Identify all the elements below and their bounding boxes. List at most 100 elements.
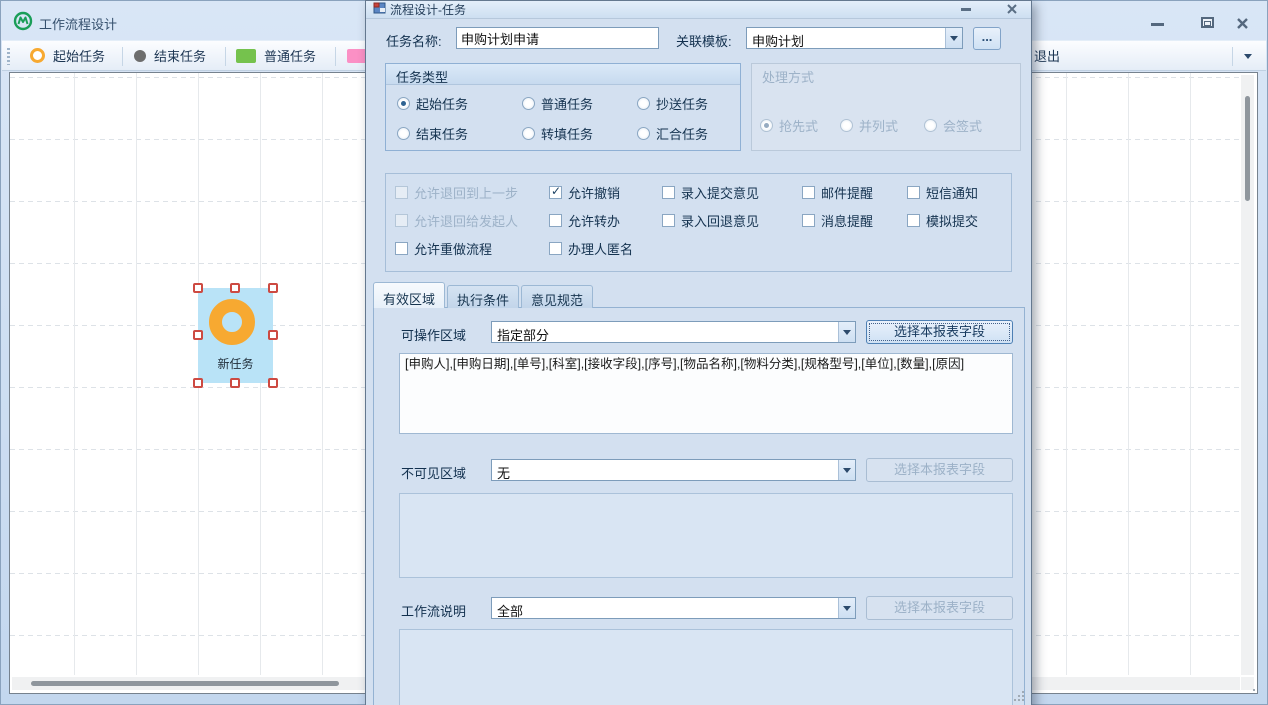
invisible-area-combobox[interactable]: 无 bbox=[491, 459, 856, 481]
task-node[interactable]: 新任务 bbox=[198, 288, 273, 383]
selection-handle[interactable] bbox=[268, 378, 278, 388]
checkbox-msg-remind[interactable]: 消息提醒 bbox=[802, 211, 907, 230]
operable-area-combobox[interactable]: 指定部分 bbox=[491, 321, 856, 343]
selection-handle[interactable] bbox=[230, 378, 240, 388]
checkbox-icon bbox=[395, 214, 408, 227]
toolbar-overflow-chevron-icon[interactable] bbox=[1238, 41, 1260, 70]
select-fields-button-disabled: 选择本报表字段 bbox=[866, 596, 1013, 620]
radio-icon bbox=[637, 97, 650, 110]
radio-merge-task[interactable]: 汇合任务 bbox=[637, 124, 740, 143]
checkbox-allow-transfer[interactable]: 允许转办 bbox=[549, 211, 662, 230]
toolbar-item-pink-task[interactable] bbox=[347, 41, 367, 70]
checkbox-label: 邮件提醒 bbox=[821, 183, 873, 202]
invisible-fields-textarea[interactable] bbox=[399, 493, 1013, 578]
pink-task-square-icon bbox=[347, 49, 367, 63]
toolbar-label: 普通任务 bbox=[264, 46, 316, 65]
checkbox-sms-notify[interactable]: 短信通知 bbox=[907, 183, 1011, 202]
workflow-note-combobox[interactable]: 全部 bbox=[491, 597, 856, 619]
dialog-minimize-icon[interactable] bbox=[956, 1, 976, 15]
checkbox-return-comment[interactable]: 录入回退意见 bbox=[662, 211, 802, 230]
radio-icon bbox=[637, 127, 650, 140]
checkbox-icon bbox=[802, 186, 815, 199]
chevron-down-icon[interactable] bbox=[838, 460, 855, 480]
chevron-down-icon[interactable] bbox=[838, 598, 855, 618]
radio-label: 抄送任务 bbox=[656, 94, 708, 113]
checkbox-label: 办理人匿名 bbox=[568, 239, 633, 258]
selection-handle[interactable] bbox=[230, 283, 240, 293]
radio-icon bbox=[522, 127, 535, 140]
dialog-close-icon[interactable] bbox=[1002, 1, 1022, 15]
selection-handle[interactable] bbox=[193, 378, 203, 388]
start-task-ring-icon bbox=[209, 299, 255, 345]
checkbox-allow-redo[interactable]: 允许重做流程 bbox=[395, 239, 549, 258]
dialog-title: 流程设计-任务 bbox=[390, 1, 466, 18]
radio-label: 起始任务 bbox=[416, 94, 468, 113]
checkbox-label: 录入回退意见 bbox=[681, 211, 759, 230]
minimize-icon[interactable] bbox=[1147, 14, 1167, 30]
app-logo-icon bbox=[13, 11, 33, 31]
toolbar-item-start-task[interactable]: 起始任务 bbox=[30, 41, 105, 70]
radio-start-task[interactable]: 起始任务 bbox=[397, 94, 522, 113]
checkbox-label: 消息提醒 bbox=[821, 211, 873, 230]
task-name-input[interactable] bbox=[456, 27, 659, 49]
radio-normal-task[interactable]: 普通任务 bbox=[522, 94, 637, 113]
radio-transfer-task[interactable]: 转填任务 bbox=[522, 124, 637, 143]
template-label: 关联模板: bbox=[676, 31, 732, 50]
dialog-resize-grip-icon[interactable] bbox=[1014, 691, 1016, 693]
checkbox-allow-undo[interactable]: 允许撤销 bbox=[549, 183, 662, 202]
operable-fields-textarea[interactable]: [申购人],[申购日期],[单号],[科室],[接收字段],[序号],[物品名称… bbox=[399, 353, 1013, 434]
workflow-note-textarea[interactable] bbox=[399, 629, 1013, 705]
toolbar-separator bbox=[335, 47, 336, 66]
gridline bbox=[1066, 73, 1067, 675]
vertical-scrollbar[interactable] bbox=[1241, 75, 1254, 675]
toolbar-item-normal-task[interactable]: 普通任务 bbox=[236, 41, 316, 70]
operable-area-label: 可操作区域 bbox=[401, 325, 466, 344]
template-value: 申购计划 bbox=[752, 31, 804, 50]
select-fields-button[interactable]: 选择本报表字段 bbox=[866, 320, 1013, 344]
checkbox-label: 模拟提交 bbox=[926, 211, 978, 230]
toolbar-separator bbox=[122, 47, 123, 66]
process-mode-title: 处理方式 bbox=[752, 64, 1020, 86]
checkbox-icon bbox=[395, 186, 408, 199]
radio-icon bbox=[924, 119, 937, 132]
selection-handle[interactable] bbox=[268, 330, 278, 340]
radio-end-task[interactable]: 结束任务 bbox=[397, 124, 522, 143]
template-more-button[interactable]: ... bbox=[973, 27, 1001, 50]
task-type-group: 任务类型 起始任务 普通任务 抄送任务 结束任务 转填任务 汇合任务 bbox=[385, 63, 741, 151]
chevron-down-icon[interactable] bbox=[838, 322, 855, 342]
checkbox-checked-icon bbox=[549, 186, 562, 199]
window-title: 工作流程设计 bbox=[39, 14, 117, 33]
radio-countersign: 会签式 bbox=[924, 116, 982, 135]
radio-preemptive: 抢先式 bbox=[760, 116, 818, 135]
chevron-down-icon[interactable] bbox=[945, 28, 962, 48]
checkbox-submit-comment[interactable]: 录入提交意见 bbox=[662, 183, 802, 202]
toolbar-item-exit[interactable]: 退出 bbox=[1034, 41, 1060, 70]
tab-exec-condition[interactable]: 执行条件 bbox=[447, 285, 519, 308]
close-icon[interactable] bbox=[1232, 14, 1252, 30]
radio-label: 并列式 bbox=[859, 116, 898, 135]
template-combobox[interactable]: 申购计划 bbox=[746, 27, 963, 49]
selection-handle[interactable] bbox=[193, 330, 203, 340]
tab-valid-area[interactable]: 有效区域 bbox=[373, 282, 445, 308]
toolbar-separator bbox=[1232, 47, 1233, 66]
tab-strip: 有效区域 执行条件 意见规范 bbox=[373, 283, 595, 308]
horizontal-scrollbar-thumb[interactable] bbox=[31, 681, 339, 686]
tab-comment-spec[interactable]: 意见规范 bbox=[521, 285, 593, 308]
maximize-icon[interactable] bbox=[1197, 14, 1217, 30]
selection-handle[interactable] bbox=[268, 283, 278, 293]
checkbox-icon bbox=[907, 186, 920, 199]
toolbar-grip[interactable] bbox=[7, 48, 10, 65]
toolbar-item-end-task[interactable]: 结束任务 bbox=[134, 41, 206, 70]
radio-label: 转填任务 bbox=[541, 124, 593, 143]
vertical-scrollbar-thumb[interactable] bbox=[1245, 96, 1250, 201]
checkbox-label: 允许退回到上一步 bbox=[414, 183, 518, 202]
selection-handle[interactable] bbox=[193, 283, 203, 293]
checkbox-handler-anonymous[interactable]: 办理人匿名 bbox=[549, 239, 662, 258]
checkbox-simulate-submit[interactable]: 模拟提交 bbox=[907, 211, 1011, 230]
task-dialog: 流程设计-任务 任务名称: 关联模板: 申购计划 ... 任务类型 起始任务 普… bbox=[365, 0, 1032, 705]
checkbox-return-initiator: 允许退回给发起人 bbox=[395, 211, 549, 230]
radio-icon bbox=[397, 127, 410, 140]
radio-cc-task[interactable]: 抄送任务 bbox=[637, 94, 740, 113]
checkbox-email-remind[interactable]: 邮件提醒 bbox=[802, 183, 907, 202]
resize-grip-icon[interactable] bbox=[1249, 685, 1251, 687]
